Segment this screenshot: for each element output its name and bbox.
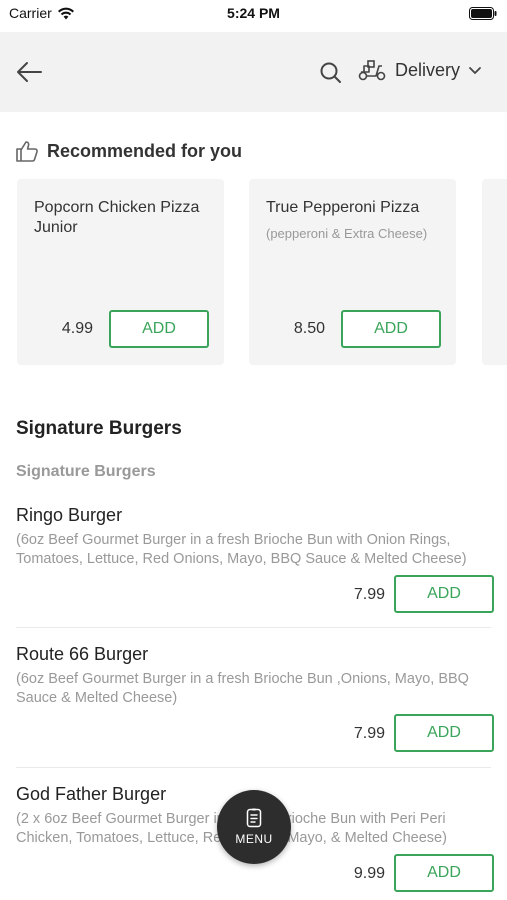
- add-button[interactable]: ADD: [394, 575, 494, 613]
- scooter-icon: [358, 60, 386, 81]
- recommended-title: Recommended for you: [47, 140, 243, 161]
- recommended-card[interactable]: True Pepperoni Pizza (pepperoni & Extra …: [249, 179, 456, 365]
- chevron-down-icon: [469, 67, 481, 74]
- menu-fab-label: MENU: [235, 832, 273, 846]
- recommended-card[interactable]: Popcorn Chicken Pizza Junior 4.99 ADD: [17, 179, 224, 365]
- search-icon[interactable]: [318, 60, 344, 86]
- recommended-card-next[interactable]: [482, 179, 507, 365]
- menu-item-description: (6oz Beef Gourmet Burger in a fresh Brio…: [16, 671, 469, 706]
- add-button[interactable]: ADD: [109, 310, 209, 348]
- add-button[interactable]: ADD: [394, 714, 494, 752]
- menu-item-name: Ringo Burger: [16, 505, 123, 525]
- add-button[interactable]: ADD: [394, 854, 494, 892]
- back-button[interactable]: [14, 58, 44, 86]
- card-item-name: True Pepperoni Pizza: [266, 199, 420, 216]
- back-arrow-icon: [17, 62, 42, 82]
- subsection-title: Signature Burgers: [16, 463, 156, 480]
- delivery-mode-selector[interactable]: Delivery: [357, 58, 482, 82]
- card-item-name: Popcorn Chicken Pizza Junior: [34, 199, 200, 236]
- divider: [16, 627, 491, 628]
- top-header: Delivery: [0, 32, 507, 112]
- menu-fab-button[interactable]: MENU: [217, 790, 291, 864]
- menu-item-price: 9.99: [353, 865, 385, 882]
- card-item-description: (pepperoni & Extra Cheese): [266, 226, 428, 241]
- card-item-price: 4.99: [61, 320, 93, 337]
- battery-icon: [469, 7, 497, 20]
- menu-item-name: Route 66 Burger: [16, 644, 149, 664]
- menu-item-price: 7.99: [353, 725, 385, 742]
- section-title: Signature Burgers: [16, 418, 182, 439]
- add-button[interactable]: ADD: [341, 310, 441, 348]
- menu-icon: [246, 808, 262, 828]
- status-time: 5:24 PM: [227, 5, 280, 21]
- menu-item-name: God Father Burger: [16, 784, 167, 804]
- delivery-mode-label: Delivery: [395, 59, 461, 80]
- status-bar: Carrier 5:24 PM: [0, 0, 507, 30]
- menu-item-description: (6oz Beef Gourmet Burger in a fresh Brio…: [16, 532, 467, 567]
- thumbs-up-icon: [16, 141, 38, 162]
- recommended-heading: Recommended for you: [15, 140, 242, 162]
- menu-item-price: 7.99: [353, 586, 385, 603]
- card-item-price: 8.50: [293, 320, 325, 337]
- divider: [16, 767, 491, 768]
